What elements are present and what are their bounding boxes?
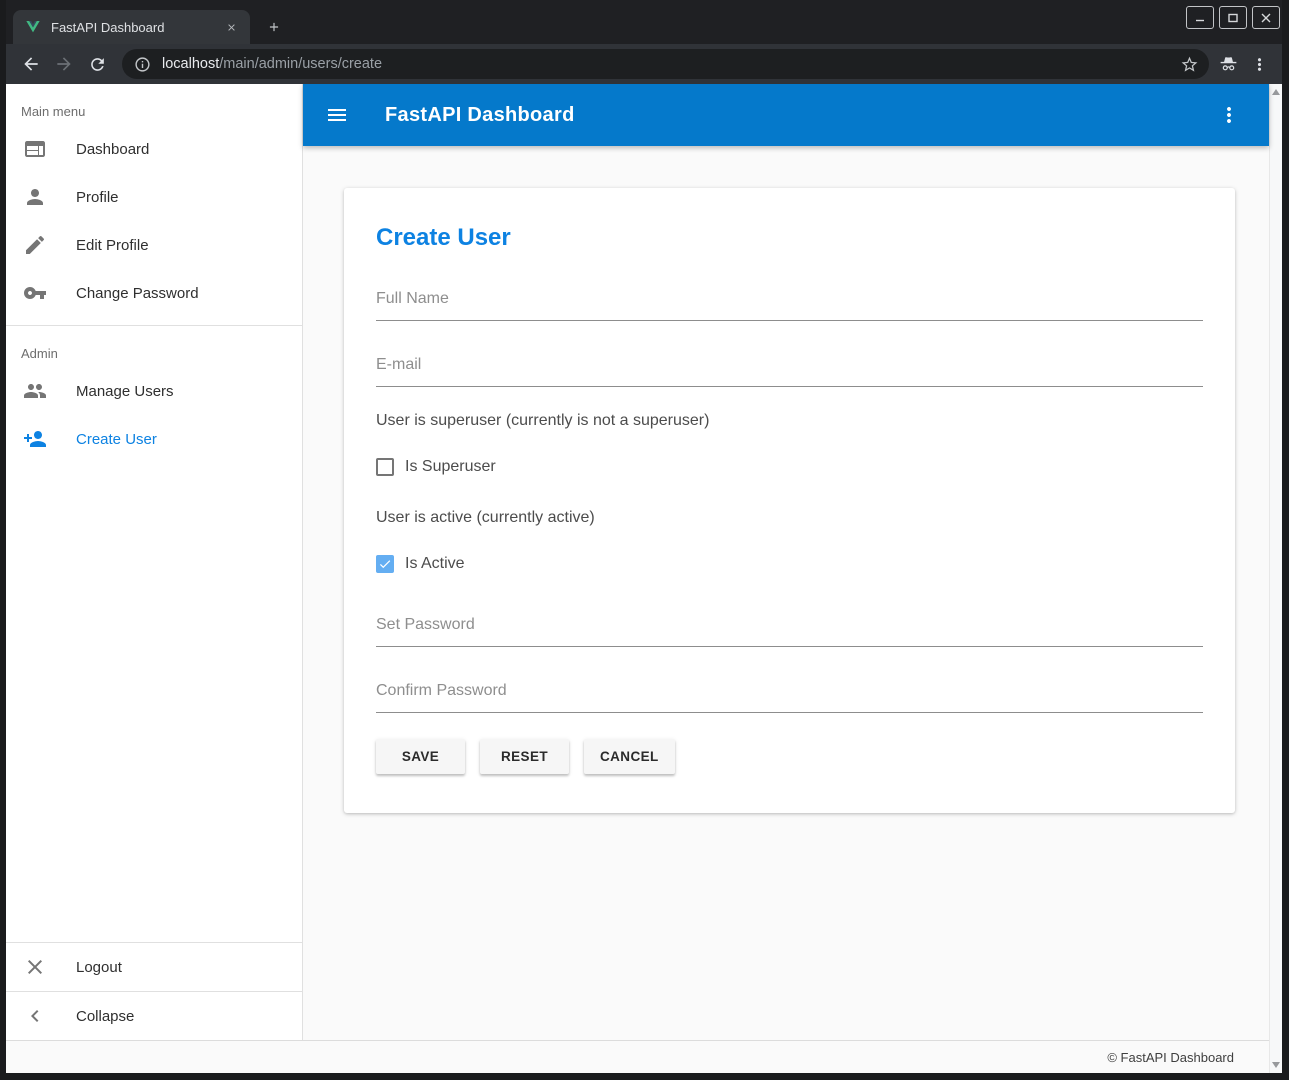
checkbox-label: Is Active [405,555,465,573]
footer-text: © FastAPI Dashboard [1107,1050,1234,1065]
new-tab-button[interactable] [260,13,288,41]
confirm-password-field [376,682,1203,713]
address-bar[interactable]: localhost/main/admin/users/create [122,49,1209,79]
tab-close-icon[interactable] [223,19,240,36]
sidebar-item-edit-profile[interactable]: Edit Profile [6,221,302,269]
vue-logo-icon [25,19,41,35]
close-window-button[interactable] [1252,6,1280,29]
site-info-icon[interactable] [134,56,151,73]
people-icon [23,379,47,403]
browser-toolbar: localhost/main/admin/users/create [6,44,1282,84]
sidebar-item-collapse[interactable]: Collapse [6,992,302,1040]
email-input[interactable] [376,356,1203,387]
save-button[interactable]: SAVE [376,739,465,774]
sidebar-item-label: Dashboard [76,141,149,158]
scroll-down-arrow-icon[interactable] [1272,1062,1280,1068]
full-name-input[interactable] [376,290,1203,321]
sidebar-item-manage-users[interactable]: Manage Users [6,367,302,415]
check-icon [378,557,392,571]
sidebar-item-logout[interactable]: Logout [6,943,302,991]
browser-titlebar: FastAPI Dashboard [6,0,1282,44]
maximize-button[interactable] [1219,6,1247,29]
chevron-left-icon [23,1004,47,1028]
toolbar-right-icons [1217,53,1270,75]
sidebar-section-main-menu: Main menu [6,84,302,125]
sidebar-item-label: Change Password [76,285,199,302]
full-name-field [376,290,1203,321]
sidebar-item-create-user[interactable]: Create User [6,415,302,463]
sidebar-item-label: Collapse [76,1008,134,1025]
sidebar-item-label: Edit Profile [76,237,149,254]
confirm-password-input[interactable] [376,682,1203,713]
bookmark-star-icon[interactable] [1180,55,1199,74]
forward-icon[interactable] [52,52,76,76]
active-hint: User is active (currently active) [376,508,1203,528]
browser-tab[interactable]: FastAPI Dashboard [13,10,250,44]
sidebar-item-label: Manage Users [76,383,174,400]
sidebar-item-label: Create User [76,431,157,448]
appbar-more-icon[interactable] [1217,103,1241,127]
create-user-card: Create User User is superuser (currently… [344,188,1235,813]
set-password-input[interactable] [376,616,1203,647]
is-superuser-checkbox[interactable] [376,458,394,476]
window-controls [1186,6,1280,29]
url-path: /main/admin/users/create [219,56,382,72]
sidebar-item-change-password[interactable]: Change Password [6,269,302,317]
back-icon[interactable] [19,52,43,76]
page-footer: © FastAPI Dashboard [6,1040,1269,1073]
sidebar-item-dashboard[interactable]: Dashboard [6,125,302,173]
sidebar-item-label: Profile [76,189,119,206]
key-icon [23,281,47,305]
person-icon [23,185,47,209]
sidebar-bottom: Logout Collapse [6,942,302,1040]
page-content: Create User User is superuser (currently… [303,146,1269,1040]
page-viewport: Main menu Dashboard Profi [6,84,1282,1073]
person-add-icon [23,427,47,451]
main-area: FastAPI Dashboard Create User [303,84,1269,1040]
is-active-checkbox-row[interactable]: Is Active [376,555,1203,573]
form-buttons: SAVE RESET CANCEL [376,739,1203,774]
minimize-button[interactable] [1186,6,1214,29]
reset-button[interactable]: RESET [480,739,569,774]
close-icon [23,955,47,979]
sidebar: Main menu Dashboard Profi [6,84,303,1040]
appbar: FastAPI Dashboard [303,84,1269,146]
is-active-checkbox[interactable] [376,555,394,573]
superuser-hint: User is superuser (currently is not a su… [376,411,1203,431]
email-field [376,356,1203,387]
page-title: Create User [376,222,1203,254]
is-superuser-checkbox-row[interactable]: Is Superuser [376,458,1203,476]
dashboard-icon [23,137,47,161]
incognito-icon [1217,53,1239,75]
sidebar-section-admin: Admin [6,326,302,367]
set-password-field [376,616,1203,647]
tab-title: FastAPI Dashboard [51,20,223,35]
vertical-scrollbar[interactable] [1269,84,1282,1073]
sidebar-item-profile[interactable]: Profile [6,173,302,221]
url-host: localhost [162,56,219,72]
sidebar-item-label: Logout [76,959,122,976]
url-text: localhost/main/admin/users/create [162,56,1180,72]
scroll-up-arrow-icon[interactable] [1272,89,1280,95]
appbar-title: FastAPI Dashboard [385,104,1217,127]
browser-window: FastAPI Dashboard [0,0,1289,1080]
hamburger-menu-icon[interactable] [325,103,349,127]
reload-icon[interactable] [85,52,109,76]
cancel-button[interactable]: CANCEL [584,739,675,774]
checkbox-label: Is Superuser [405,458,496,476]
browser-menu-icon[interactable] [1248,53,1270,75]
pencil-icon [23,233,47,257]
